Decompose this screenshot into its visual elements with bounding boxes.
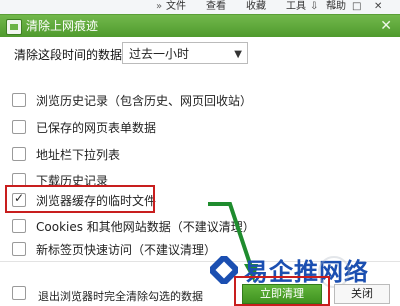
period-label: 清除这段时间的数据： [14,48,135,62]
menu-tools[interactable]: 工具 [286,0,306,14]
dialog-close-icon[interactable]: ✕ [380,17,392,35]
option-label: 已保存的网页表单数据 [36,120,157,135]
dialog-titlebar: 清除上网痕迹 ✕ [0,15,400,37]
option-checkbox[interactable] [12,93,26,107]
download-icon[interactable]: ⇩ [310,0,318,14]
menu-favorites[interactable]: 收藏 [246,0,266,14]
option-checkbox[interactable] [12,120,26,134]
menu-view[interactable]: 查看 [206,0,226,14]
option-label: 浏览历史记录（包含历史、网页回收站） [36,93,253,108]
dialog-title: 清除上网痕迹 [26,19,99,33]
highlight-box [5,185,155,213]
option-label: 地址栏下拉列表 [36,147,121,162]
close-window-icon[interactable]: ✕ [374,0,382,14]
browser-menu: 文件 查看 收藏 工具 帮助 [166,0,346,14]
exit-clear-label: 退出浏览器时完全清除勾选的数据 [38,290,203,303]
clear-now-button[interactable]: 立即清理 [242,284,322,304]
period-select-value: 过去一小时 [129,47,190,61]
option-checkbox[interactable] [12,242,26,256]
menu-file[interactable]: 文件 [166,0,186,14]
chevron-icon[interactable]: » [156,0,162,14]
maximize-icon[interactable]: □ [352,0,361,14]
option-browsing-history[interactable]: 浏览历史记录（包含历史、网页回收站） [12,91,252,109]
browser-logo-icon [6,19,22,35]
period-select[interactable]: 过去一小时 ▼ [122,42,248,64]
option-address-bar[interactable]: 地址栏下拉列表 [12,145,120,163]
option-form-data[interactable]: 已保存的网页表单数据 [12,118,156,136]
option-label: 新标签页快速访问（不建议清理） [36,242,217,257]
close-button[interactable]: 关闭 [334,284,390,304]
option-checkbox[interactable] [12,147,26,161]
exit-clear-checkbox[interactable] [12,286,26,300]
minimize-icon[interactable]: ⌄ [330,0,338,14]
dropdown-arrow-icon: ▼ [234,49,242,60]
option-checkbox[interactable] [12,219,26,233]
option-quick-access[interactable]: 新标签页快速访问（不建议清理） [12,240,216,258]
